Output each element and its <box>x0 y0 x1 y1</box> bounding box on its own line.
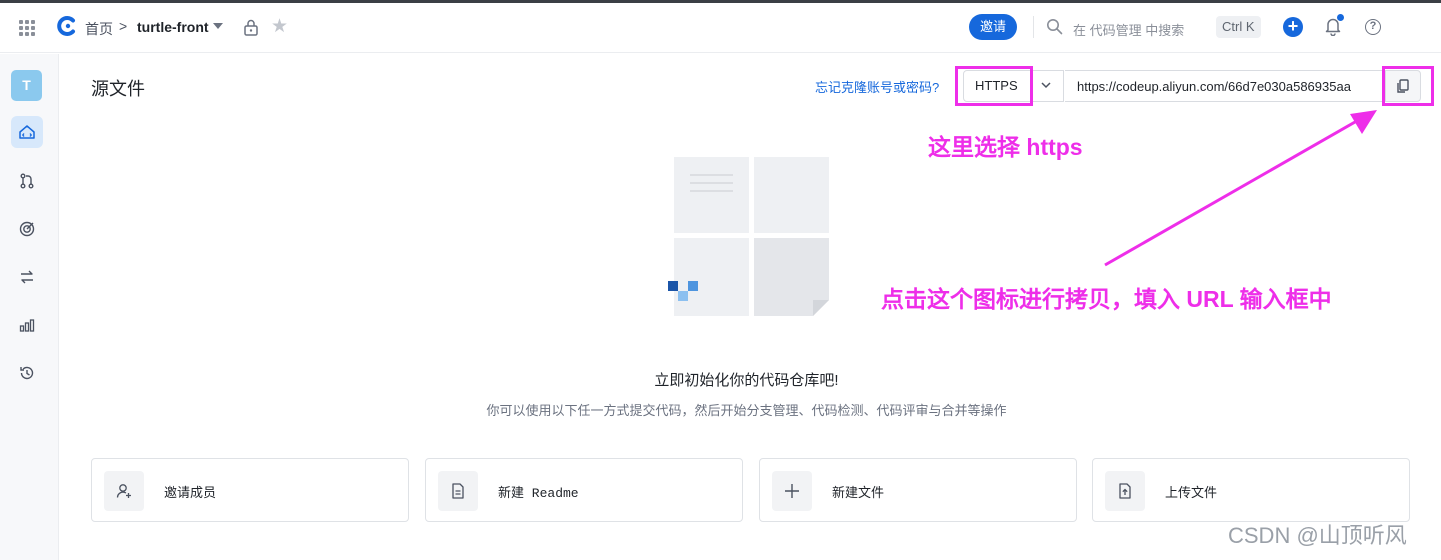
document-icon <box>452 483 464 499</box>
search-icon[interactable] <box>1046 18 1063 35</box>
clone-url-field[interactable]: https://codeup.aliyun.com/66d7e030a58693… <box>1065 70 1385 102</box>
breadcrumb-home-link[interactable]: 首页 <box>85 19 113 39</box>
new-file-card[interactable]: 新建文件 <box>759 458 1077 522</box>
target-icon <box>19 221 35 237</box>
new-readme-card[interactable]: 新建 Readme <box>425 458 743 522</box>
copy-highlight-box <box>1382 66 1434 106</box>
card-label: 新建文件 <box>832 485 885 500</box>
annotation-select-https: 这里选择 https <box>928 134 1083 160</box>
breadcrumb-repo-name[interactable]: turtle-front <box>137 19 209 35</box>
notification-dot <box>1337 14 1344 21</box>
create-new-button[interactable]: + <box>1283 17 1303 37</box>
init-actions: 邀请成员 新建 Readme 新建文件 上传文件 <box>91 458 1411 522</box>
csdn-watermark: CSDN @山顶听风 <box>1228 523 1407 548</box>
annotation-copy-instruction: 点击这个图标进行拷贝，填入 URL 输入框中 <box>881 286 1332 312</box>
code-files-icon <box>19 125 35 139</box>
nav-sync[interactable] <box>11 261 43 293</box>
card-icon-box <box>438 471 478 511</box>
empty-state-subtitle: 你可以使用以下任一方式提交代码，然后开始分支管理、代码检测、代码评审与合并等操作 <box>0 400 1441 419</box>
nav-code-files[interactable] <box>11 116 43 148</box>
empty-state-subtitle-text: 你可以使用以下任一方式提交代码，然后开始分支管理、代码检测、代码评审与合并等操作 <box>486 403 1007 418</box>
add-user-icon <box>116 484 131 498</box>
card-icon-box <box>772 471 812 511</box>
repo-switch-caret-icon[interactable] <box>213 23 223 29</box>
search-shortcut-badge: Ctrl K <box>1216 16 1261 38</box>
upload-file-icon <box>1119 483 1131 499</box>
invite-button[interactable]: 邀请 <box>969 14 1017 40</box>
merge-request-icon <box>20 173 34 189</box>
card-label: 新建 Readme <box>498 486 579 501</box>
sync-arrows-icon <box>21 270 33 284</box>
card-label: 邀请成员 <box>164 485 217 500</box>
empty-state-title: 立即初始化你的代码仓库吧! <box>0 369 1441 390</box>
nav-statistics[interactable] <box>11 309 43 341</box>
annotation-arrow <box>1104 110 1377 267</box>
header-divider <box>1033 16 1034 38</box>
upload-file-card[interactable]: 上传文件 <box>1092 458 1410 522</box>
app-grid-icon[interactable] <box>19 20 35 36</box>
chevron-down-icon[interactable] <box>1040 80 1052 90</box>
empty-state-title-text: 立即初始化你的代码仓库吧! <box>654 372 839 389</box>
help-icon[interactable]: ? <box>1365 19 1381 35</box>
global-search-input[interactable]: 在 代码管理 中搜索 <box>1073 20 1184 39</box>
plus-icon <box>785 484 799 498</box>
card-icon-box <box>1105 471 1145 511</box>
lock-icon <box>244 19 258 36</box>
nav-merge-requests[interactable] <box>11 165 43 197</box>
nav-code-quality[interactable] <box>11 213 43 245</box>
invite-member-card[interactable]: 邀请成员 <box>91 458 409 522</box>
top-header: 首页 > turtle-front ★ 邀请 在 代码管理 中搜索 Ctrl K… <box>0 3 1441 53</box>
https-highlight-box <box>955 66 1033 106</box>
left-nav-rail: T <box>0 54 59 560</box>
repo-avatar[interactable]: T <box>11 70 42 101</box>
bar-chart-icon <box>19 319 35 332</box>
star-icon[interactable]: ★ <box>271 17 288 37</box>
page-title: 源文件 <box>91 79 145 99</box>
empty-repo-illustration <box>668 157 829 316</box>
breadcrumb-separator: > <box>119 18 128 34</box>
card-label: 上传文件 <box>1165 485 1218 500</box>
forgot-clone-credentials-link[interactable]: 忘记克隆账号或密码? <box>815 77 939 96</box>
codeup-logo-icon[interactable] <box>55 15 77 37</box>
card-icon-box <box>104 471 144 511</box>
